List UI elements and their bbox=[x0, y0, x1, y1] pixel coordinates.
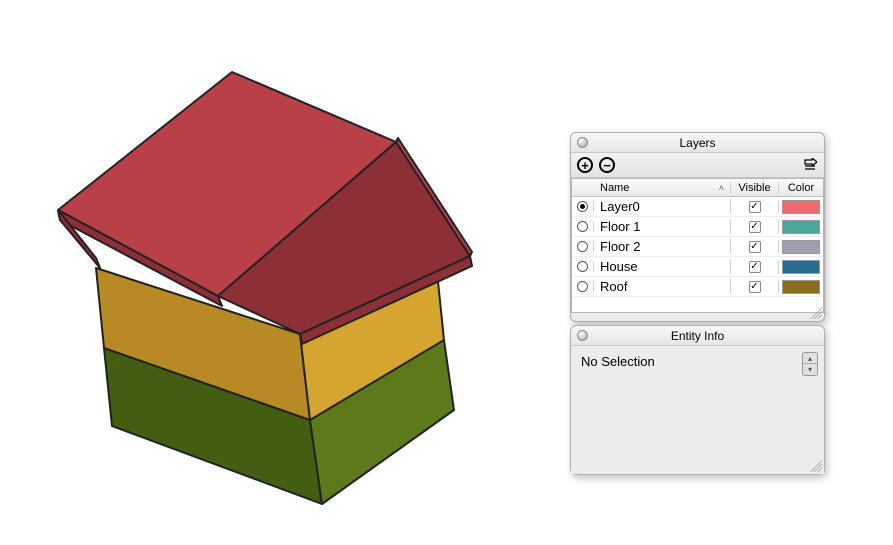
layer-color-swatch[interactable] bbox=[782, 240, 820, 254]
visible-checkbox[interactable]: ✓ bbox=[749, 261, 761, 273]
layer-options-button[interactable] bbox=[802, 157, 818, 173]
stepper-down-icon[interactable]: ▾ bbox=[803, 364, 817, 375]
visible-checkbox[interactable]: ✓ bbox=[749, 281, 761, 293]
layer-row[interactable]: Roof ✓ bbox=[572, 277, 823, 297]
viewport[interactable] bbox=[0, 0, 560, 542]
col-color-label: Color bbox=[779, 182, 823, 194]
layers-toolbar: + − bbox=[571, 153, 824, 178]
entity-stepper[interactable]: ▴ ▾ bbox=[802, 352, 818, 376]
layer-name-label[interactable]: Layer0 bbox=[594, 199, 731, 214]
layer-name-label[interactable]: Floor 1 bbox=[594, 219, 731, 234]
active-layer-radio[interactable] bbox=[577, 261, 588, 272]
layers-table-header[interactable]: Name ˄ Visible Color bbox=[572, 179, 823, 197]
resize-grip-icon[interactable] bbox=[810, 460, 822, 472]
resize-grip-icon[interactable] bbox=[810, 307, 822, 319]
layers-table: Name ˄ Visible Color Layer0✓Floor 1✓Floo… bbox=[571, 178, 824, 313]
layers-panel-title[interactable]: Layers bbox=[571, 133, 824, 153]
layer-name-label[interactable]: Roof bbox=[594, 279, 731, 294]
entity-panel-title[interactable]: Entity Info bbox=[571, 326, 824, 346]
layer-name-label[interactable]: Floor 2 bbox=[594, 239, 731, 254]
entity-info-panel: Entity Info No Selection ▴ ▾ bbox=[570, 325, 825, 475]
entity-panel-body: No Selection ▴ ▾ bbox=[571, 346, 824, 474]
house-model bbox=[0, 0, 560, 542]
layer-row[interactable]: House ✓ bbox=[572, 257, 823, 277]
window-gem-icon[interactable] bbox=[577, 137, 588, 148]
col-name-label: Name bbox=[600, 182, 629, 194]
active-layer-radio[interactable] bbox=[577, 241, 588, 252]
layer-color-swatch[interactable] bbox=[782, 220, 820, 234]
col-visible-label: Visible bbox=[731, 182, 779, 194]
layer-row[interactable]: Layer0 ✓ bbox=[572, 197, 823, 217]
window-gem-icon[interactable] bbox=[577, 330, 588, 341]
layers-title-label: Layers bbox=[679, 136, 715, 150]
layer-name-label[interactable]: House bbox=[594, 259, 731, 274]
layer-color-swatch[interactable] bbox=[782, 200, 820, 214]
add-layer-button[interactable]: + bbox=[577, 157, 593, 173]
sort-caret-icon[interactable]: ˄ bbox=[719, 183, 724, 193]
stepper-up-icon[interactable]: ▴ bbox=[803, 353, 817, 364]
layer-row[interactable]: Floor 1 ✓ bbox=[572, 217, 823, 237]
visible-checkbox[interactable]: ✓ bbox=[749, 221, 761, 233]
active-layer-radio[interactable] bbox=[577, 281, 588, 292]
entity-status-label: No Selection bbox=[581, 354, 655, 369]
active-layer-radio[interactable] bbox=[577, 201, 588, 212]
entity-title-label: Entity Info bbox=[671, 329, 724, 343]
layer-row[interactable]: Floor 2 ✓ bbox=[572, 237, 823, 257]
active-layer-radio[interactable] bbox=[577, 221, 588, 232]
layer-color-swatch[interactable] bbox=[782, 260, 820, 274]
layer-color-swatch[interactable] bbox=[782, 280, 820, 294]
visible-checkbox[interactable]: ✓ bbox=[749, 241, 761, 253]
visible-checkbox[interactable]: ✓ bbox=[749, 201, 761, 213]
remove-layer-button[interactable]: − bbox=[599, 157, 615, 173]
layers-panel: Layers + − Name ˄ Visible Color Layer0✓F… bbox=[570, 132, 825, 322]
